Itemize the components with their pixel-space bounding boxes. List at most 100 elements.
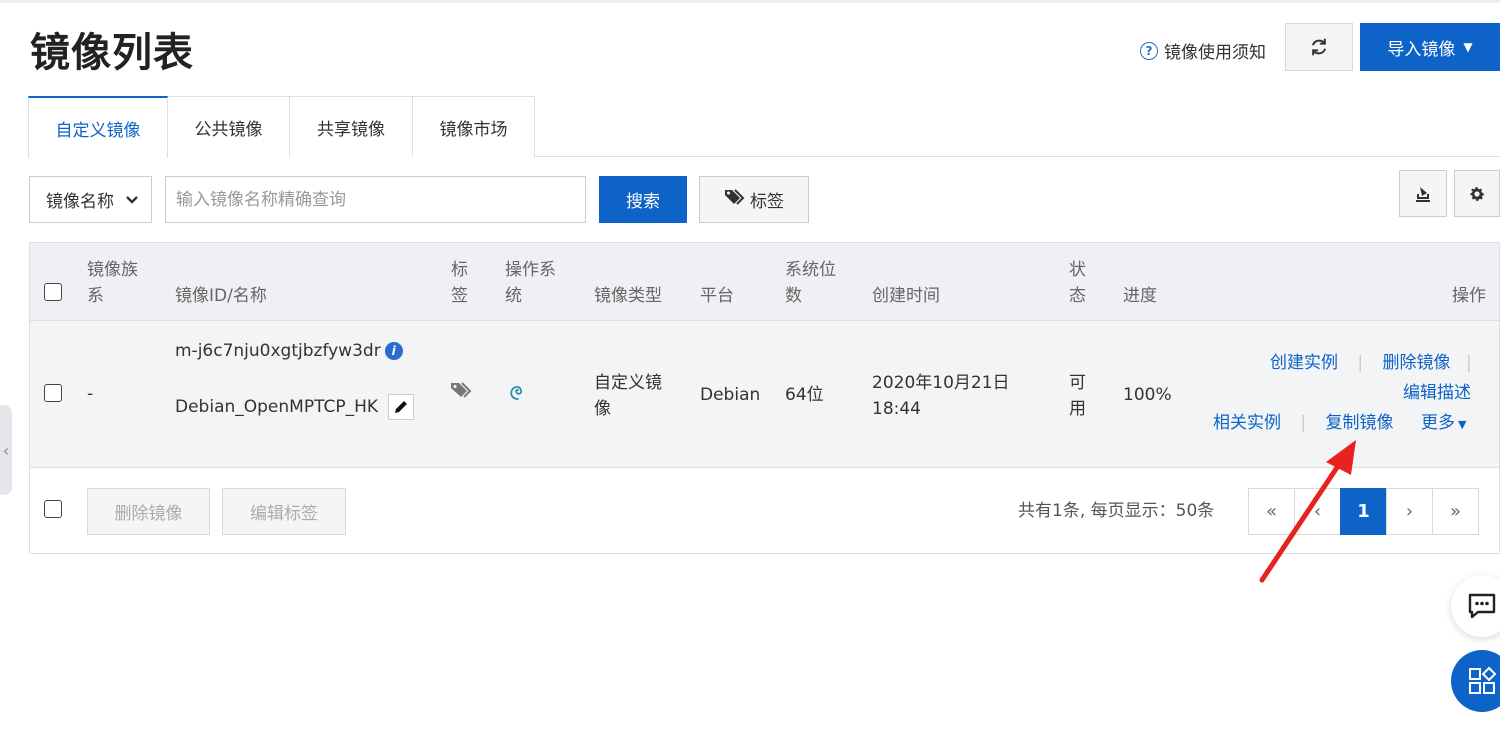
col-type: 镜像类型 <box>594 286 662 306</box>
tags-filter-label: 标签 <box>750 192 784 212</box>
row-image-id: m-j6c7nju0xgtjbzfyw3dr i <box>175 338 403 364</box>
select-all-checkbox[interactable] <box>44 283 62 301</box>
col-family-line2: 系 <box>87 286 104 306</box>
col-platform: 平台 <box>700 286 734 306</box>
table-footer: 删除镜像 编辑标签 共有1条, 每页显示：50条 « ‹ 1 › » <box>30 468 1499 553</box>
gear-icon <box>1470 186 1485 201</box>
action-separator: | <box>1300 413 1307 433</box>
row-os-icon-wrap <box>507 383 525 411</box>
pagination-summary: 共有1条, 每页显示：50条 <box>1018 501 1215 521</box>
pagination: « ‹ 1 › » <box>1248 488 1479 535</box>
edit-name-button[interactable] <box>388 394 415 420</box>
pencil-icon <box>395 401 408 413</box>
question-icon: ? <box>1140 41 1158 60</box>
help-link[interactable]: ? 镜像使用须知 <box>1140 38 1266 63</box>
settings-button[interactable] <box>1454 170 1500 217</box>
col-id-name: 镜像ID/名称 <box>175 286 267 306</box>
info-icon[interactable]: i <box>384 342 403 360</box>
image-id-text[interactable]: m-j6c7nju0xgtjbzfyw3dr <box>175 341 381 361</box>
col-tag-line1: 标 <box>451 260 468 280</box>
search-field-select[interactable]: 镜像名称 <box>29 176 152 223</box>
row-platform: Debian <box>700 385 761 405</box>
col-bits-line1: 系统位 <box>785 260 836 280</box>
tab-custom-images[interactable]: 自定义镜像 <box>28 96 168 158</box>
refresh-button[interactable] <box>1285 23 1353 71</box>
col-actions: 操作 <box>1452 286 1486 306</box>
refresh-icon <box>1312 38 1326 56</box>
action-separator: | <box>1465 353 1472 373</box>
page-1-button[interactable]: 1 <box>1340 488 1387 535</box>
tab-image-market[interactable]: 镜像市场 <box>413 96 535 157</box>
row-actions-line3: 相关实例 | 复制镜像 更多 ▼ <box>1213 410 1466 438</box>
row-status-line2: 用 <box>1069 399 1086 419</box>
tag-icon <box>724 188 746 211</box>
row-created: 2020年10月21日 18:44 <box>872 370 1010 422</box>
footer-select-all-checkbox[interactable] <box>44 500 62 518</box>
tags-filter-button[interactable]: 标签 <box>699 176 809 223</box>
table-header: 镜像族 系 镜像ID/名称 标 签 操作系 统 镜像类型 平台 系统位 数 创建… <box>30 243 1499 321</box>
table-row: - m-j6c7nju0xgtjbzfyw3dr i Debian_OpenMPT… <box>30 321 1499 468</box>
row-checkbox[interactable] <box>44 384 62 402</box>
export-icon <box>1416 186 1430 202</box>
sidebar-collapse-handle[interactable]: ‹ <box>0 405 12 495</box>
bulk-edit-tags-button[interactable]: 编辑标签 <box>222 488 346 535</box>
apps-float-button[interactable] <box>1451 650 1500 712</box>
chat-float-button[interactable] <box>1451 575 1500 637</box>
caret-down-icon: ▼ <box>1457 418 1467 431</box>
col-os: 操作系 统 <box>505 257 556 309</box>
col-tag: 标 签 <box>451 257 468 309</box>
col-family: 镜像族 系 <box>87 257 138 309</box>
edit-description-link[interactable]: 编辑描述 <box>1403 383 1471 403</box>
related-instances-link[interactable]: 相关实例 <box>1213 413 1281 433</box>
bulk-delete-button[interactable]: 删除镜像 <box>87 488 210 535</box>
page-title: 镜像列表 <box>30 30 194 76</box>
col-bits-line2: 数 <box>785 286 802 306</box>
more-actions-dropdown[interactable]: 更多 ▼ <box>1421 413 1466 433</box>
first-page-button[interactable]: « <box>1248 488 1295 535</box>
tag-icon <box>451 382 472 398</box>
row-actions-line2: 编辑描述 <box>1403 380 1471 406</box>
next-page-button[interactable]: › <box>1386 488 1433 535</box>
chevron-left-icon: ‹ <box>2 440 10 460</box>
row-created-time: 18:44 <box>872 399 921 419</box>
help-link-label: 镜像使用须知 <box>1164 43 1266 63</box>
col-status: 状 态 <box>1069 257 1086 309</box>
col-status-line1: 状 <box>1069 260 1086 280</box>
row-type-line1: 自定义镜 <box>594 373 662 393</box>
more-actions-label: 更多 <box>1420 413 1455 433</box>
apps-grid-icon <box>1469 666 1497 694</box>
search-button[interactable]: 搜索 <box>599 176 687 223</box>
col-created: 创建时间 <box>872 286 940 306</box>
prev-page-button[interactable]: ‹ <box>1294 488 1341 535</box>
create-instance-link[interactable]: 创建实例 <box>1270 353 1338 373</box>
row-progress: 100% <box>1123 385 1172 405</box>
col-family-line1: 镜像族 <box>87 260 138 280</box>
tab-public-images[interactable]: 公共镜像 <box>168 96 290 157</box>
copy-image-link[interactable]: 复制镜像 <box>1326 413 1394 433</box>
col-os-line1: 操作系 <box>505 260 556 280</box>
col-tag-line2: 签 <box>451 286 468 306</box>
last-page-button[interactable]: » <box>1432 488 1479 535</box>
image-name-text: Debian_OpenMPTCP_HK <box>175 397 379 417</box>
row-status-line1: 可 <box>1069 373 1086 393</box>
col-bits: 系统位 数 <box>785 257 836 309</box>
row-type: 自定义镜 像 <box>594 370 662 422</box>
delete-image-link[interactable]: 删除镜像 <box>1383 353 1451 373</box>
chat-icon <box>1468 593 1496 619</box>
action-separator: | <box>1357 353 1364 373</box>
row-bits: 64位 <box>785 385 824 405</box>
col-progress: 进度 <box>1123 286 1157 306</box>
row-image-name: Debian_OpenMPTCP_HK <box>175 394 415 420</box>
row-status: 可 用 <box>1069 370 1086 422</box>
debian-icon <box>510 386 523 400</box>
col-os-line2: 统 <box>505 286 522 306</box>
row-tag-icon-wrap[interactable] <box>450 381 474 409</box>
image-table: 镜像族 系 镜像ID/名称 标 签 操作系 统 镜像类型 平台 系统位 数 创建… <box>29 242 1500 554</box>
image-tabs: 自定义镜像 公共镜像 共享镜像 镜像市场 <box>28 96 1500 158</box>
top-border <box>0 0 1500 3</box>
import-image-button[interactable]: 导入镜像 ▼ <box>1360 23 1500 71</box>
tab-shared-images[interactable]: 共享镜像 <box>290 96 413 157</box>
export-button[interactable] <box>1399 170 1447 217</box>
row-family: - <box>87 384 94 404</box>
search-input[interactable] <box>165 176 586 223</box>
